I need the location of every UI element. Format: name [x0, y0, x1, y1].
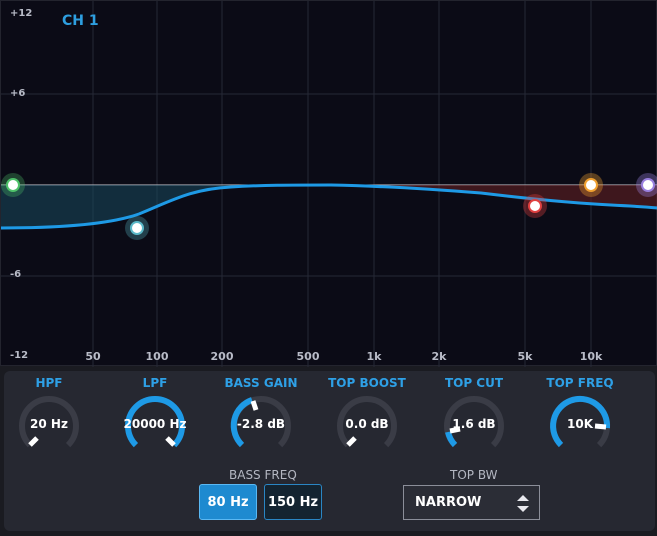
top-freq-title: TOP FREQ [546, 376, 614, 390]
top-cut-title: TOP CUT [444, 376, 504, 390]
top-bw-title: TOP BW [450, 468, 498, 482]
lpf-knob-group: LPF 20000 Hz [105, 371, 205, 460]
bass-freq-80hz-button[interactable]: 80 Hz [199, 484, 257, 520]
top-cut-node[interactable] [523, 194, 547, 218]
bass-node[interactable] [125, 216, 149, 240]
bass-gain-knob-group: BASS GAIN -2.8 dB [211, 371, 311, 460]
x-label-50: 50 [85, 350, 101, 363]
bass-gain-title: BASS GAIN [224, 376, 298, 390]
x-label-200: 200 [210, 350, 234, 363]
top-cut-knob-group: TOP CUT 1.6 dB [424, 371, 524, 460]
lpf-title: LPF [142, 376, 168, 390]
top-boost-value: 0.0 dB [345, 417, 389, 431]
x-label-2k: 2k [431, 350, 447, 363]
eq-graph-canvas [1, 1, 657, 367]
x-label-10k: 10k [579, 350, 603, 363]
hpf-knob-group: HPF 20 Hz [0, 371, 99, 460]
top-cut-value: 1.6 dB [452, 417, 496, 431]
y-label-minus6: -6 [10, 269, 22, 280]
up-down-arrows-icon [517, 495, 529, 512]
top-bw-select[interactable]: NARROW [403, 485, 540, 520]
y-label-minus12: -12 [10, 350, 29, 361]
top-freq-value: 10K [567, 417, 593, 431]
hpf-value: 20 Hz [30, 417, 68, 431]
channel-label: CH 1 [62, 13, 99, 29]
bass-freq-150hz-button[interactable]: 150 Hz [264, 484, 322, 520]
bass-gain-value: -2.8 dB [236, 417, 286, 431]
x-label-1k: 1k [366, 350, 382, 363]
top-freq-knob-group: TOP FREQ 10K [530, 371, 630, 460]
lpf-value: 20000 Hz [123, 417, 187, 431]
x-label-500: 500 [296, 350, 320, 363]
x-label-100: 100 [145, 350, 169, 363]
hpf-node[interactable] [1, 173, 25, 197]
x-label-5k: 5k [517, 350, 533, 363]
control-panel: HPF 20 Hz LPF 20000 Hz BASS GAIN -2.8 dB… [4, 371, 655, 531]
bass-shelf-fill [1, 185, 301, 228]
eq-graph[interactable]: CH 1 +12 +6 -6 -12 50 100 200 500 1k 2k … [0, 0, 657, 367]
hpf-title: HPF [35, 376, 63, 390]
y-label-plus12: +12 [10, 8, 33, 19]
bass-freq-title: BASS FREQ [229, 468, 297, 482]
top-boost-knob-group: TOP BOOST 0.0 dB [317, 371, 417, 460]
top-bw-value: NARROW [415, 495, 482, 510]
top-boost-title: TOP BOOST [328, 376, 406, 390]
top-freq-node[interactable] [579, 173, 603, 197]
y-label-plus6: +6 [10, 88, 26, 99]
